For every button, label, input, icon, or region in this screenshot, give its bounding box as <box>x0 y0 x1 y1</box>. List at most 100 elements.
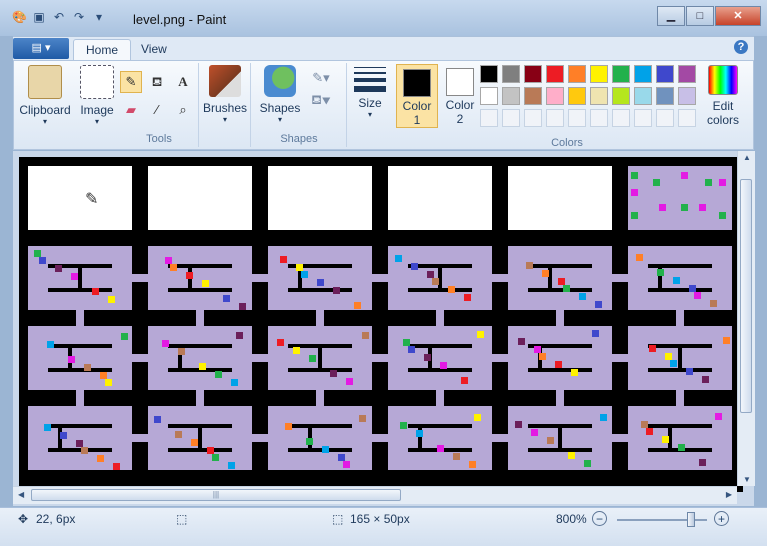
item-pixel <box>60 432 67 439</box>
brushes-button[interactable]: Brushes ▾ <box>200 65 250 124</box>
palette-swatch[interactable] <box>678 109 696 127</box>
color2-label: Color <box>445 98 475 112</box>
palette-swatch[interactable] <box>546 109 564 127</box>
palette-swatch[interactable] <box>524 65 542 83</box>
undo-icon[interactable]: ↶ <box>52 10 66 24</box>
palette-swatch[interactable] <box>480 109 498 127</box>
corridor <box>676 390 684 406</box>
palette-swatch[interactable] <box>634 65 652 83</box>
palette-swatch[interactable] <box>612 65 630 83</box>
close-button[interactable]: ✕ <box>715 6 761 26</box>
item-pixel <box>215 371 222 378</box>
item-pixel <box>47 341 54 348</box>
paint-icon[interactable]: 🎨 <box>12 10 27 24</box>
palette-swatch[interactable] <box>590 65 608 83</box>
scroll-down-icon[interactable]: ▼ <box>743 475 751 484</box>
item-pixel <box>579 293 586 300</box>
palette-swatch[interactable] <box>546 87 564 105</box>
palette-swatch[interactable] <box>568 87 586 105</box>
palette-swatch[interactable] <box>524 109 542 127</box>
chevron-down-icon: ▾ <box>42 117 47 126</box>
wall <box>288 288 352 292</box>
scroll-left-icon[interactable]: ◀ <box>18 490 24 499</box>
minimize-button[interactable]: ▁ <box>657 6 685 26</box>
item-pixel <box>362 332 369 339</box>
paint-menu-button[interactable]: ▤ ▾ <box>13 38 69 59</box>
palette-swatch[interactable] <box>678 87 696 105</box>
palette-swatch[interactable] <box>612 109 630 127</box>
palette-swatch[interactable] <box>590 109 608 127</box>
palette-swatch[interactable] <box>656 65 674 83</box>
shapes-button[interactable]: Shapes ▾ <box>254 65 306 124</box>
palette-swatch[interactable] <box>568 65 586 83</box>
palette-swatch[interactable] <box>656 87 674 105</box>
palette-swatch[interactable] <box>546 65 564 83</box>
quick-access-toolbar: 🎨 ▣ ↶ ↷ ▾ <box>12 10 106 24</box>
redo-icon[interactable]: ↷ <box>72 10 86 24</box>
item-pixel <box>178 348 185 355</box>
item-pixel <box>453 453 460 460</box>
clipboard-button[interactable]: Clipboard ▾ <box>16 65 74 126</box>
item-pixel <box>653 179 660 186</box>
palette-swatch[interactable] <box>634 87 652 105</box>
palette-swatch[interactable] <box>502 109 520 127</box>
maximize-button[interactable]: □ <box>686 6 714 26</box>
palette-swatch[interactable] <box>502 87 520 105</box>
item-pixel <box>223 295 230 302</box>
horizontal-scrollbar[interactable]: ◀ ||| ▶ <box>13 486 737 504</box>
image-button[interactable]: Image ▾ <box>76 65 118 126</box>
palette-swatch[interactable] <box>480 87 498 105</box>
palette-swatch[interactable] <box>524 87 542 105</box>
corridor <box>492 434 508 442</box>
palette-swatch[interactable] <box>634 109 652 127</box>
palette-swatch[interactable] <box>590 87 608 105</box>
zoom-slider[interactable] <box>617 512 707 527</box>
size-button[interactable]: Size ▾ <box>348 67 392 119</box>
item-pixel <box>636 254 643 261</box>
palette-swatch[interactable] <box>678 65 696 83</box>
palette-swatch[interactable] <box>656 109 674 127</box>
item-pixel <box>212 454 219 461</box>
drawing-canvas[interactable]: ✎ <box>19 157 743 492</box>
horizontal-scroll-thumb[interactable]: ||| <box>31 489 401 501</box>
color1-button[interactable]: Color 1 <box>396 64 438 128</box>
tab-home[interactable]: Home <box>73 39 132 61</box>
fill-shape-icon[interactable]: ⛾▾ <box>310 89 332 111</box>
palette-swatch[interactable] <box>568 109 586 127</box>
vertical-scroll-thumb[interactable] <box>740 179 752 413</box>
palette-swatch[interactable] <box>612 87 630 105</box>
color2-button[interactable]: Color 2 <box>440 64 480 126</box>
scroll-right-icon[interactable]: ▶ <box>726 490 732 499</box>
vertical-scrollbar[interactable]: ▲ ▼ <box>737 151 755 486</box>
help-icon[interactable]: ? <box>734 40 748 54</box>
item-pixel <box>448 286 455 293</box>
image-size: 165 × 50px <box>350 512 410 526</box>
wall <box>408 288 472 292</box>
customize-icon[interactable]: ▾ <box>92 10 106 24</box>
item-pixel <box>558 278 565 285</box>
zoom-in-button[interactable]: + <box>714 511 729 526</box>
zoom-out-button[interactable]: − <box>592 511 607 526</box>
pencil-icon[interactable]: ✎ <box>120 71 142 93</box>
magnifier-icon[interactable]: ⌕ <box>172 99 194 121</box>
zoom-slider-knob[interactable] <box>686 512 695 527</box>
color-picker-icon[interactable]: ⁄ <box>146 99 168 121</box>
room <box>148 246 252 310</box>
wall <box>48 424 112 428</box>
palette-swatch[interactable] <box>502 65 520 83</box>
fill-icon[interactable]: ⛾ <box>146 71 168 93</box>
corridor <box>492 274 508 282</box>
outline-icon[interactable]: ✎▾ <box>310 67 332 89</box>
palette-swatch[interactable] <box>480 65 498 83</box>
wall <box>648 424 712 428</box>
scroll-up-icon[interactable]: ▲ <box>743 153 751 162</box>
text-icon[interactable]: A <box>172 71 194 93</box>
tab-view[interactable]: View <box>129 39 179 60</box>
wall <box>48 448 112 452</box>
item-pixel <box>239 303 246 310</box>
eraser-icon[interactable]: ▰ <box>120 99 142 121</box>
save-icon[interactable]: ▣ <box>32 10 46 24</box>
item-pixel <box>330 370 337 377</box>
edit-colors-button[interactable]: Edit colors <box>700 65 746 127</box>
item-pixel <box>440 362 447 369</box>
